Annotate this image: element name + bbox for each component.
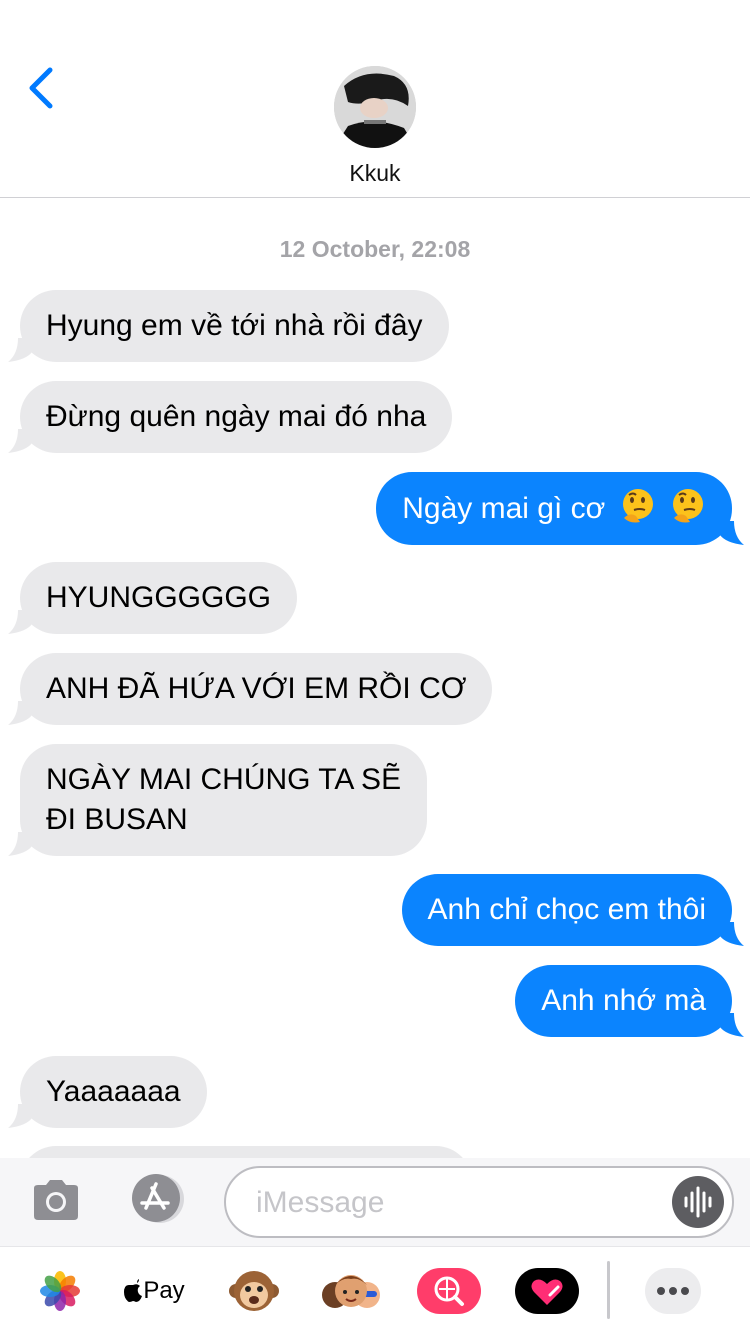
bubble-tail [8, 338, 32, 362]
thinking-face-icon [622, 489, 653, 523]
message-text-line: ĐI BUSAN [46, 803, 188, 836]
app-store-button[interactable] [126, 1172, 188, 1224]
outgoing-message[interactable]: Ngày mai gì cơ [376, 472, 744, 545]
incoming-message[interactable]: Đừng quên ngày mai đó nha [8, 381, 453, 453]
message-timestamp: 12 October, 22:08 [279, 236, 471, 262]
message-thread: 12 October, 22:08 Hyung em về tới nhà rồ… [0, 0, 750, 1160]
more-apps-button[interactable] [644, 1265, 702, 1317]
memoji-stickers-icon [322, 1275, 380, 1308]
message-composer [0, 1158, 750, 1246]
camera-button[interactable] [30, 1178, 82, 1222]
incoming-message[interactable]: Hyung em về tới nhà rồi đây [8, 290, 449, 362]
message-text: Hyung em về tới nhà rồi đây [46, 309, 423, 342]
bubble-tail [8, 610, 32, 634]
outgoing-message[interactable]: Anh nhớ mà [515, 965, 744, 1037]
more-apps-icon [645, 1268, 701, 1314]
message-text-line: NGÀY MAI CHÚNG TA SẼ [46, 763, 402, 796]
bubble-tail [8, 429, 32, 453]
animoji-monkey-icon [229, 1271, 279, 1311]
audio-waveform-icon [684, 1186, 712, 1218]
apple-logo-icon [124, 1279, 143, 1302]
message-text: Ngày mai gì cơ [402, 492, 606, 525]
digital-touch-icon [515, 1268, 579, 1314]
message-text: Anh nhớ mà [541, 984, 706, 1017]
imessage-input-container [224, 1166, 734, 1238]
audio-message-button[interactable] [672, 1176, 724, 1228]
app-drawer-divider [607, 1261, 610, 1319]
web-search-app-button[interactable] [416, 1265, 482, 1317]
apple-pay-app-button[interactable]: Pay [118, 1265, 190, 1317]
apple-pay-label: Pay [143, 1277, 185, 1304]
imessage-input[interactable] [256, 1180, 656, 1226]
message-text: Đừng quên ngày mai đó nha [46, 400, 427, 433]
memoji-app-button[interactable] [318, 1265, 384, 1317]
incoming-message[interactable]: Yaaaaaaa [8, 1056, 207, 1128]
photos-app-button[interactable] [36, 1265, 84, 1317]
digital-touch-app-button[interactable] [514, 1265, 580, 1317]
app-drawer: Pay [0, 1246, 750, 1334]
message-text: ANH ĐÃ HỨA VỚI EM RỒI CƠ [46, 672, 467, 705]
web-search-icon [417, 1268, 481, 1314]
message-text: Yaaaaaaa [46, 1075, 181, 1108]
incoming-message[interactable]: HYUNGGGGGG [8, 562, 298, 634]
incoming-message[interactable]: ANH ĐÃ HỨA VỚI EM RỒI CƠ [8, 653, 493, 725]
camera-icon [34, 1180, 78, 1220]
message-text: Anh chỉ chọc em thôi [427, 893, 706, 926]
animoji-app-button[interactable] [226, 1265, 282, 1317]
outgoing-message[interactable]: Anh chỉ chọc em thôi [401, 874, 744, 946]
app-store-icon [132, 1174, 184, 1223]
incoming-message[interactable]: NGÀY MAI CHÚNG TA SẼ ĐI BUSAN [8, 744, 428, 856]
bubble-tail [720, 1013, 744, 1037]
thinking-face-icon [673, 489, 703, 523]
bubble-tail [8, 832, 32, 856]
bubble-tail [720, 922, 744, 946]
photos-icon [40, 1271, 80, 1311]
bubble-tail [720, 521, 744, 545]
bubble-tail [8, 1104, 32, 1128]
message-text: HYUNGGGGGG [46, 581, 272, 614]
bubble-tail [8, 701, 32, 725]
